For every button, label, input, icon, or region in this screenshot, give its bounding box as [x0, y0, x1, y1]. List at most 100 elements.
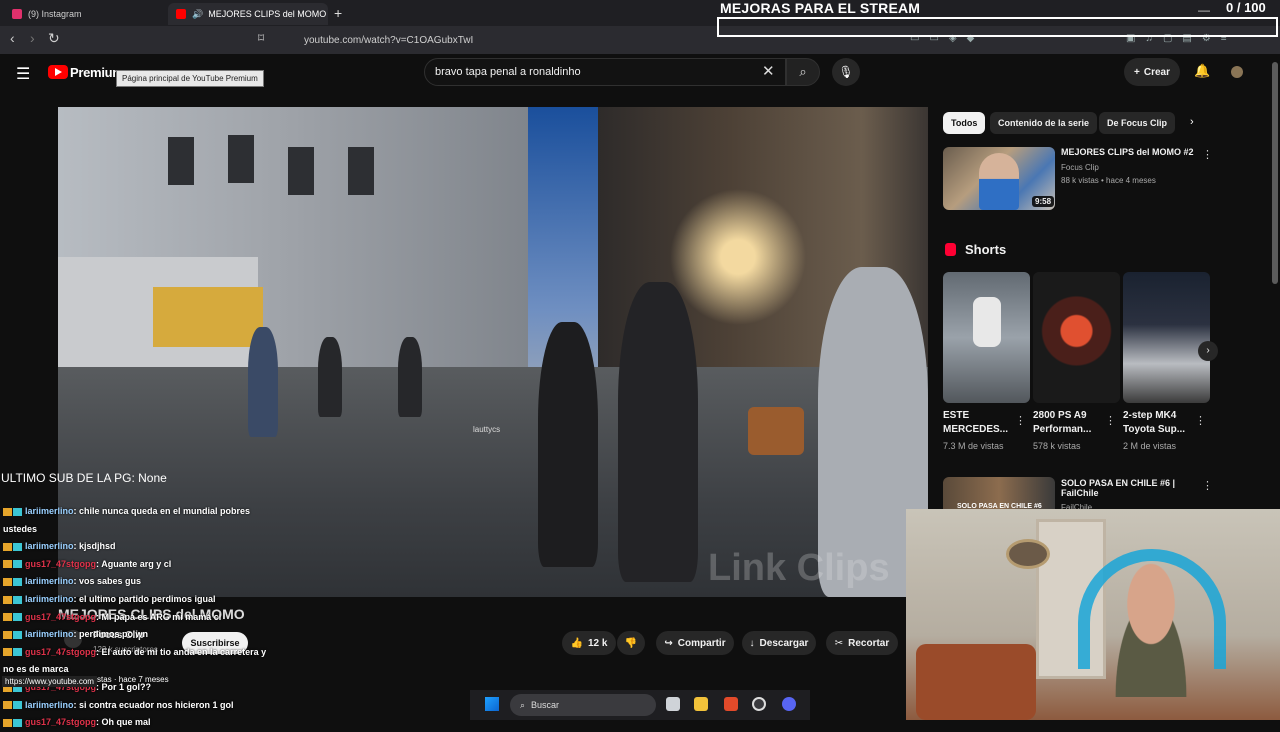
short-title[interactable]: ESTE MERCEDES... [943, 409, 1013, 437]
platform-badge-icon [13, 560, 22, 569]
chat-text: Oh que mal [101, 717, 151, 728]
chat-message: lariimerlino: el ultimo partido perdimos… [3, 591, 273, 609]
dislike-button[interactable]: 👎 [617, 631, 645, 655]
back-icon[interactable]: ‹ [10, 30, 15, 46]
last-subscriber: ULTIMO SUB DE LA PG: None [1, 471, 167, 485]
tab-instagram[interactable]: (9) Instagram [4, 3, 164, 25]
chip-all[interactable]: Todos [943, 112, 986, 134]
chat-username: gus17_47stgopg [25, 558, 97, 569]
obs-icon[interactable] [752, 697, 766, 711]
short-thumbnail[interactable] [1033, 272, 1120, 403]
chat-text: Mi papá es ARG mi mamá cl [101, 611, 222, 622]
crown-badge-icon [3, 613, 12, 622]
brave-browser-icon[interactable] [724, 697, 738, 711]
scrollbar[interactable] [1272, 62, 1278, 284]
download-label: Descargar [759, 637, 809, 649]
chat-text: vos sabes gus [79, 576, 142, 587]
windows-start-icon[interactable] [485, 697, 499, 711]
bell-icon[interactable]: 🔔 [1194, 63, 1210, 79]
video-inset-text: lauttycs [473, 425, 501, 434]
chat-text: Aguante arg y cl [101, 558, 172, 569]
tab-label: (9) Instagram [28, 9, 82, 19]
chat-username: lariimerlino [25, 699, 74, 710]
chevron-right-icon[interactable]: › [1190, 116, 1194, 128]
short-views: 7.3 M de vistas [943, 441, 1004, 451]
chat-overlay: lariimerlino: chile nunca queda en el mu… [3, 503, 273, 732]
more-options-icon[interactable]: ⋮ [1202, 479, 1213, 492]
goal-progress-bar [717, 17, 1278, 37]
related-video-meta: 88 k vistas • hace 4 meses [1061, 176, 1156, 185]
task-view-icon[interactable] [666, 697, 680, 711]
related-video-channel[interactable]: Focus Clip [1061, 163, 1099, 172]
short-thumbnail[interactable] [1123, 272, 1210, 403]
like-button[interactable]: 👍 12 k [562, 631, 616, 655]
create-label: Crear [1143, 66, 1170, 78]
more-options-icon[interactable]: ⋮ [1105, 414, 1116, 427]
youtube-header: ☰ Premium Página principal de YouTube Pr… [0, 54, 1280, 94]
search-input[interactable]: bravo tapa penal a ronaldinho [424, 58, 786, 86]
platform-badge-icon [13, 648, 22, 657]
video-duration: 9:58 [1032, 196, 1055, 207]
chat-username: lariimerlino [25, 593, 74, 604]
related-video-title[interactable]: MEJORES CLIPS del MOMO #2 [1061, 147, 1201, 157]
new-tab-button[interactable]: + [334, 5, 342, 21]
chat-text: kjsdjhsd [79, 541, 116, 552]
platform-badge-icon [13, 630, 22, 639]
shorts-icon [945, 243, 956, 256]
chat-message: gus17_47stgopg: Aguante arg y cl [3, 556, 273, 574]
chat-text: si contra ecuador nos hicieron 1 gol [79, 699, 234, 710]
video-frame-building [58, 107, 528, 407]
like-count: 12 k [587, 637, 608, 649]
short-title[interactable]: 2800 PS A9 Performan... [1033, 409, 1103, 437]
goal-count: 0 / 100 [1226, 0, 1266, 15]
discord-icon[interactable] [782, 697, 796, 711]
clear-search-icon[interactable]: ✕ [762, 62, 775, 80]
share-button[interactable]: ↪ Compartir [656, 631, 734, 655]
minimize-icon[interactable]: — [1198, 3, 1210, 17]
chat-username: gus17_47stgopg [25, 646, 97, 657]
microphone-icon[interactable]: 🎙 [832, 58, 860, 86]
avatar[interactable] [1231, 66, 1243, 78]
scissors-icon: ✂ [834, 637, 844, 649]
goal-title: MEJORAS PARA EL STREAM [720, 0, 921, 16]
tab-label: MEJORES CLIPS del MOMO - [208, 9, 328, 19]
chat-username: lariimerlino [25, 576, 74, 587]
more-options-icon[interactable]: ⋮ [1195, 414, 1206, 427]
bookmark-icon[interactable]: ⌑ [258, 31, 264, 45]
more-options-icon[interactable]: ⋮ [1202, 148, 1213, 161]
create-button[interactable]: + Crear [1124, 58, 1180, 86]
crown-badge-icon [3, 701, 12, 710]
short-thumbnail[interactable] [943, 272, 1030, 403]
file-explorer-icon[interactable] [694, 697, 708, 711]
menu-icon[interactable]: ☰ [16, 64, 30, 84]
search-button[interactable]: ⌕ [786, 58, 820, 86]
reload-icon[interactable]: ↻ [48, 30, 60, 47]
crown-badge-icon [3, 648, 12, 657]
shorts-title: Shorts [965, 242, 1007, 257]
webcam-feed [906, 509, 1280, 720]
download-button[interactable]: ↓ Descargar [742, 631, 816, 655]
share-label: Compartir [677, 637, 726, 649]
chat-username: gus17_47stgopg [25, 717, 97, 728]
tab-youtube[interactable]: 🔊 MEJORES CLIPS del MOMO - ✕ [168, 3, 328, 25]
clip-button[interactable]: ✂ Recortar [826, 631, 898, 655]
crown-badge-icon [3, 578, 12, 586]
short-title[interactable]: 2-step MK4 Toyota Sup... [1123, 409, 1193, 437]
platform-badge-icon [13, 507, 22, 516]
platform-badge-icon [13, 701, 22, 710]
platform-badge-icon [13, 542, 22, 551]
more-options-icon[interactable]: ⋮ [1015, 414, 1026, 427]
status-meta: stas · hace 7 meses [97, 675, 169, 684]
youtube-logo-icon[interactable] [48, 65, 68, 79]
chip-channel[interactable]: De Focus Clip [1099, 112, 1176, 134]
chat-message: gus17_47stgopg: Mi papá es ARG mi mamá c… [3, 609, 273, 627]
related-video-title[interactable]: SOLO PASA EN CHILE #6 | FailChile [1061, 478, 1201, 498]
taskbar-search[interactable]: ⌕ Buscar [510, 694, 656, 716]
chat-message: lariimerlino: vos sabes gus [3, 573, 273, 591]
chip-series[interactable]: Contenido de la serie [990, 112, 1098, 134]
chevron-right-icon[interactable]: › [1198, 341, 1218, 361]
chat-message: lariimerlino: kjsdjhsd [3, 538, 273, 556]
plus-icon: + [1134, 66, 1140, 78]
forward-icon[interactable]: › [30, 30, 35, 46]
chat-text: el ultimo partido perdimos igual [79, 593, 216, 604]
